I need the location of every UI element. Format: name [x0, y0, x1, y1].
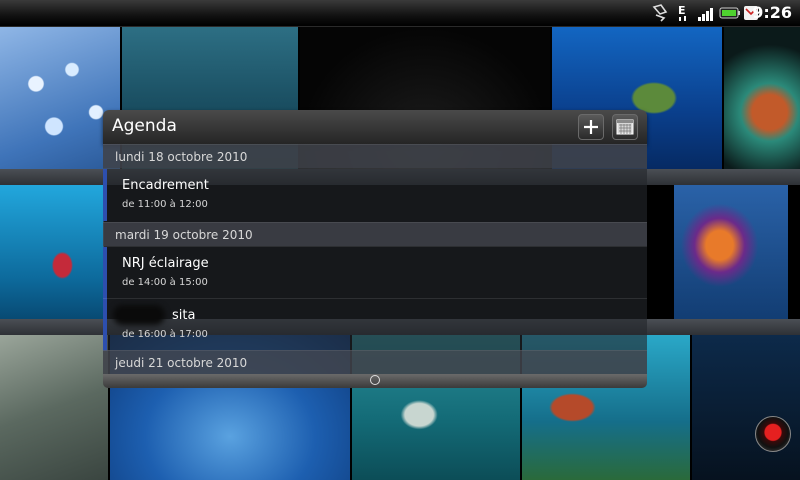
agenda-title: Agenda	[112, 116, 177, 136]
wallpaper-tile-bubbles[interactable]	[0, 27, 120, 169]
wallpaper-tile-raindrops[interactable]	[0, 335, 108, 480]
plus-icon	[584, 120, 598, 134]
wallpaper-tile-jellyfish[interactable]	[674, 185, 788, 319]
event-item[interactable]: NRJ éclairage de 14:00 à 15:00	[103, 246, 647, 299]
event-item[interactable]: sita de 16:00 à 17:00	[103, 298, 647, 351]
event-time: de 14:00 à 15:00	[122, 277, 208, 288]
event-time: de 11:00 à 12:00	[122, 199, 208, 210]
edge-network-icon: E	[678, 4, 686, 21]
date-header: mardi 19 octobre 2010	[103, 222, 647, 246]
event-item[interactable]: Encadrement de 11:00 à 12:00	[103, 168, 647, 221]
clock: 9:26	[752, 3, 792, 22]
event-color-bar	[103, 247, 107, 299]
battery-icon	[719, 7, 740, 19]
agenda-header: Agenda	[103, 110, 647, 144]
event-title: sita	[172, 308, 196, 323]
event-title: NRJ éclairage	[122, 256, 209, 271]
event-title: Encadrement	[122, 178, 209, 193]
agenda-footer	[103, 374, 647, 388]
date-header: jeudi 21 octobre 2010	[103, 350, 647, 374]
usb-debug-icon	[652, 4, 668, 22]
svg-text:E: E	[678, 4, 686, 17]
date-header: lundi 18 octobre 2010	[103, 144, 647, 168]
event-color-bar	[103, 299, 107, 351]
loading-spinner-icon	[370, 375, 380, 385]
event-time: de 16:00 à 17:00	[122, 329, 208, 340]
open-calendar-button[interactable]	[612, 114, 638, 140]
agenda-list[interactable]: lundi 18 octobre 2010 Encadrement de 11:…	[103, 144, 647, 374]
record-button[interactable]	[755, 416, 791, 452]
add-event-button[interactable]	[578, 114, 604, 140]
calendar-icon	[616, 119, 634, 135]
signal-strength-icon	[698, 8, 713, 21]
wallpaper-tile-betta-fish[interactable]	[0, 185, 104, 319]
event-color-bar	[103, 169, 107, 221]
wallpaper-tile-fractal[interactable]	[724, 27, 800, 169]
wallpaper-tile-dark-blue[interactable]	[692, 335, 800, 480]
status-bar: E 9:26	[0, 0, 800, 27]
redacted-text	[113, 305, 165, 325]
agenda-widget: Agenda lundi 18 octobre 2010 Encadrement…	[103, 110, 647, 388]
